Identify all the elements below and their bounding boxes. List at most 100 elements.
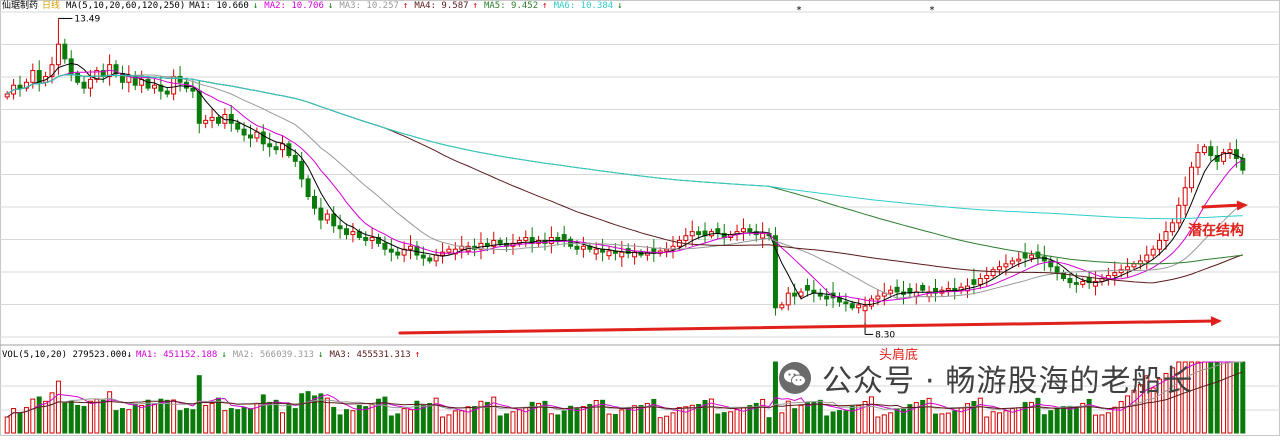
candle-body [568, 238, 574, 247]
candle-body [715, 228, 721, 234]
volume-bar [1061, 406, 1067, 434]
volume-bar [664, 415, 670, 434]
volume-bar [363, 406, 369, 434]
volume-bar [299, 393, 305, 434]
volume-bar [427, 402, 433, 434]
candle-body [676, 239, 682, 247]
candle-body [523, 237, 529, 241]
candle-body [324, 213, 330, 221]
ma-legend-arrow-6: ↓ [617, 1, 623, 11]
volume-bar [247, 408, 253, 434]
volume-bar [55, 380, 61, 434]
volume-bar [760, 398, 766, 434]
candles [4, 18, 1246, 323]
candle-body [427, 257, 433, 262]
volume-bar [804, 402, 810, 434]
ma-legend-2: MA2: 10.706 [264, 1, 324, 11]
candle-body [215, 116, 221, 124]
candle-body [363, 237, 369, 241]
volume-bar [222, 410, 228, 434]
low-price-label: 8.30 [875, 330, 895, 340]
candle-body [574, 245, 580, 250]
candle-body [1182, 187, 1188, 206]
volume-bar [87, 400, 93, 434]
volume-bar [817, 399, 823, 434]
volume-bar [388, 415, 394, 434]
volume-bar [1080, 402, 1086, 434]
candle-body [164, 90, 170, 95]
volume-bar [280, 412, 285, 434]
candle-body [1163, 231, 1169, 241]
volume-bar [81, 406, 87, 434]
candle-body [318, 207, 324, 221]
candle-body [894, 286, 900, 293]
volume-bar [798, 404, 804, 434]
volume-bar [875, 416, 881, 434]
volume-bar [420, 405, 426, 434]
candle-body [62, 43, 68, 60]
candle-body [1169, 222, 1175, 233]
volume-bar [894, 408, 900, 434]
candle-body [580, 245, 586, 250]
candle-body [312, 196, 317, 209]
candle-body [1003, 263, 1009, 268]
candle-body [145, 78, 151, 89]
candle-body [945, 287, 951, 291]
volume-bar [497, 415, 503, 434]
candle-body [87, 78, 93, 89]
candle-body [1201, 146, 1207, 154]
volume-bar [952, 410, 958, 434]
candle-body [785, 292, 791, 306]
candle-body [17, 84, 23, 89]
candle-body [824, 295, 830, 300]
candle-body [875, 295, 881, 300]
volume-bar [440, 416, 446, 434]
watermark-text: 公众号 · 畅游股海的老船长 [822, 356, 1194, 400]
volume-bar [606, 413, 612, 434]
volume-bar [100, 399, 106, 434]
ma-legend-1: MA1: 10.660 [189, 1, 249, 11]
candle-body [619, 251, 625, 258]
candle-body [1054, 266, 1060, 274]
volume-ma-legend-arrow-2: ↓ [318, 350, 324, 360]
volume-bar [350, 410, 356, 434]
candle-body [971, 279, 977, 285]
volume-bar [260, 394, 266, 434]
volume-bar [1227, 361, 1233, 434]
volume-ma-legend-items: MA1: 451152.188 ↓ MA2: 566039.313 ↓ MA3: 455… [136, 350, 426, 360]
volume-bar [344, 409, 349, 434]
volume-bar [17, 412, 23, 434]
candle-body [952, 287, 958, 291]
volume-bar [408, 409, 414, 434]
volume-bar [267, 401, 273, 434]
candle-body [305, 178, 311, 198]
volume-ma-legend-1: MA1: 451152.188 [136, 350, 218, 360]
event-marker: * [930, 5, 935, 16]
candle-body [1240, 157, 1246, 171]
candle-body [260, 131, 266, 145]
volume-bar [452, 410, 458, 434]
volume-bar [715, 413, 721, 434]
volume-bar [215, 397, 221, 434]
volume-bar [548, 413, 554, 434]
volume-bar [638, 405, 644, 434]
volume-bar [1221, 361, 1227, 434]
potential-structure-label: 潜在结构 [1188, 222, 1244, 239]
candle-body [4, 93, 10, 98]
candle-body [171, 75, 177, 95]
volume-bar [657, 417, 663, 434]
candle-body [760, 232, 766, 239]
volume-bar [401, 408, 407, 434]
candle-body [555, 237, 561, 241]
candle-body [843, 301, 849, 305]
candle-body [1144, 254, 1150, 262]
volume-bar [139, 404, 145, 434]
volume-bar [766, 417, 772, 434]
candle-body [593, 248, 599, 255]
volume-bar [11, 408, 17, 434]
candle-body [68, 58, 74, 75]
volume-bar [132, 403, 138, 434]
volume-bar [990, 411, 996, 434]
volume-bar [836, 410, 842, 434]
volume-bar [997, 412, 1003, 434]
